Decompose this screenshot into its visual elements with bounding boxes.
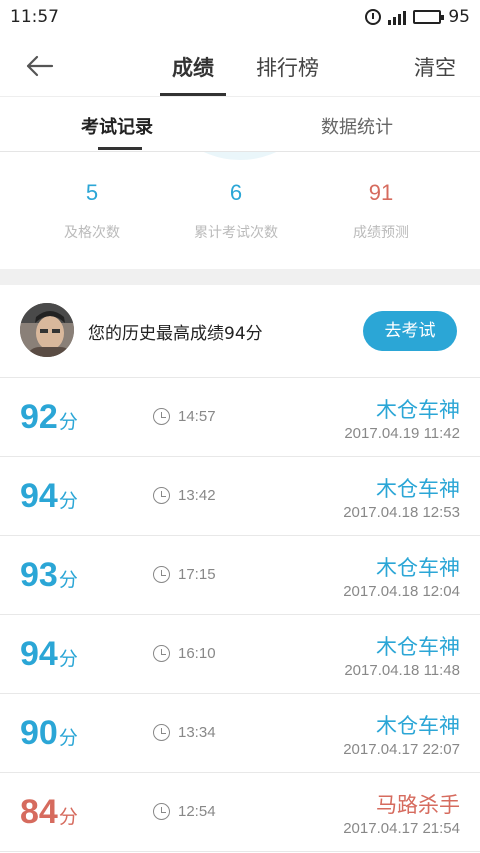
list-item[interactable]: 94分 16:10 木仓车神 2017.04.18 11:48 [0, 615, 480, 694]
stat-label: 及格次数 [64, 225, 120, 241]
record-title: 木仓车神 [376, 714, 460, 738]
score-unit: 分 [58, 491, 78, 512]
clock-icon [153, 724, 170, 741]
list-item[interactable]: 90分 13:34 木仓车神 2017.04.17 22:07 [0, 694, 480, 773]
status-bar: 11:57 95 [0, 0, 480, 34]
alarm-icon [365, 9, 382, 25]
clock-icon [153, 645, 170, 662]
back-arrow-icon [26, 55, 54, 77]
score-unit: 分 [58, 649, 78, 670]
record-datetime: 2017.04.18 12:53 [343, 504, 460, 521]
stat-score-prediction: 91 成绩预测 [301, 180, 461, 242]
best-score-text: 您的历史最高成绩94分 [88, 324, 263, 344]
record-datetime: 2017.04.19 11:42 [344, 425, 460, 442]
stat-value: 91 [368, 180, 394, 205]
exam-record-list: 92分 14:57 木仓车神 2017.04.19 11:42 94分 13:4… [0, 378, 480, 852]
profile-row: 您的历史最高成绩94分 去考试 [0, 285, 480, 378]
record-title: 木仓车神 [376, 556, 460, 580]
record-duration: 16:10 [178, 645, 216, 662]
sub-tabs: 考试记录 数据统计 [0, 97, 480, 152]
active-subtab-indicator [98, 147, 142, 150]
record-title: 马路杀手 [376, 793, 460, 817]
record-title: 木仓车神 [376, 398, 460, 422]
record-score: 92分 [20, 398, 78, 437]
top-nav: 成绩 排行榜 清空 [0, 34, 480, 97]
record-title: 木仓车神 [376, 635, 460, 659]
record-score: 93分 [20, 556, 78, 595]
clock-icon [153, 803, 170, 820]
status-icons: 95 [365, 7, 470, 27]
score-unit: 分 [58, 412, 78, 433]
score-value: 94 [20, 477, 58, 515]
record-datetime: 2017.04.18 12:04 [343, 583, 460, 600]
record-score: 90分 [20, 714, 78, 753]
battery-icon [413, 10, 445, 24]
score-value: 94 [20, 635, 58, 673]
record-datetime: 2017.04.17 21:54 [343, 820, 460, 837]
record-score: 94分 [20, 477, 78, 516]
clock-icon [153, 487, 170, 504]
stat-label: 累计考试次数 [194, 225, 278, 241]
clock-icon [153, 566, 170, 583]
score-unit: 分 [58, 570, 78, 591]
stats-arc-decoration [160, 152, 320, 160]
tab-scores[interactable]: 成绩 [172, 52, 214, 82]
record-duration: 13:34 [178, 724, 216, 741]
battery-percent: 95 [448, 7, 470, 27]
stat-value: 5 [85, 180, 99, 205]
record-score: 94分 [20, 635, 78, 674]
record-datetime: 2017.04.17 22:07 [343, 741, 460, 758]
stats-panel: 5 及格次数 6 累计考试次数 91 成绩预测 [0, 152, 480, 269]
stat-total-exams: 6 累计考试次数 [156, 180, 316, 242]
section-divider [0, 269, 480, 285]
list-item[interactable]: 93分 17:15 木仓车神 2017.04.18 12:04 [0, 536, 480, 615]
tab-exam-records[interactable]: 考试记录 [81, 113, 153, 139]
avatar[interactable] [20, 303, 74, 357]
record-duration: 14:57 [178, 408, 216, 425]
list-item[interactable]: 84分 12:54 马路杀手 2017.04.17 21:54 [0, 773, 480, 852]
score-unit: 分 [58, 807, 78, 828]
list-item[interactable]: 94分 13:42 木仓车神 2017.04.18 12:53 [0, 457, 480, 536]
stat-label: 成绩预测 [353, 225, 409, 241]
clock-icon [153, 408, 170, 425]
record-datetime: 2017.04.18 11:48 [344, 662, 460, 679]
status-time: 11:57 [10, 7, 59, 27]
score-unit: 分 [58, 728, 78, 749]
record-duration: 13:42 [178, 487, 216, 504]
signal-icon [388, 9, 407, 25]
score-value: 90 [20, 714, 58, 752]
stat-pass-count: 5 及格次数 [12, 180, 172, 242]
back-button[interactable] [22, 48, 58, 84]
stat-value: 6 [229, 180, 243, 205]
user-photo-icon [20, 303, 74, 357]
record-title: 木仓车神 [376, 477, 460, 501]
list-item[interactable]: 92分 14:57 木仓车神 2017.04.19 11:42 [0, 378, 480, 457]
score-value: 93 [20, 556, 58, 594]
record-score: 84分 [20, 793, 78, 832]
go-exam-button[interactable]: 去考试 [363, 311, 457, 351]
score-value: 84 [20, 793, 58, 831]
record-duration: 12:54 [178, 803, 216, 820]
clear-button[interactable]: 清空 [414, 52, 456, 82]
record-duration: 17:15 [178, 566, 216, 583]
score-value: 92 [20, 398, 58, 436]
active-tab-indicator [160, 93, 226, 96]
tab-data-stats[interactable]: 数据统计 [321, 113, 393, 139]
tab-leaderboard[interactable]: 排行榜 [256, 52, 319, 82]
